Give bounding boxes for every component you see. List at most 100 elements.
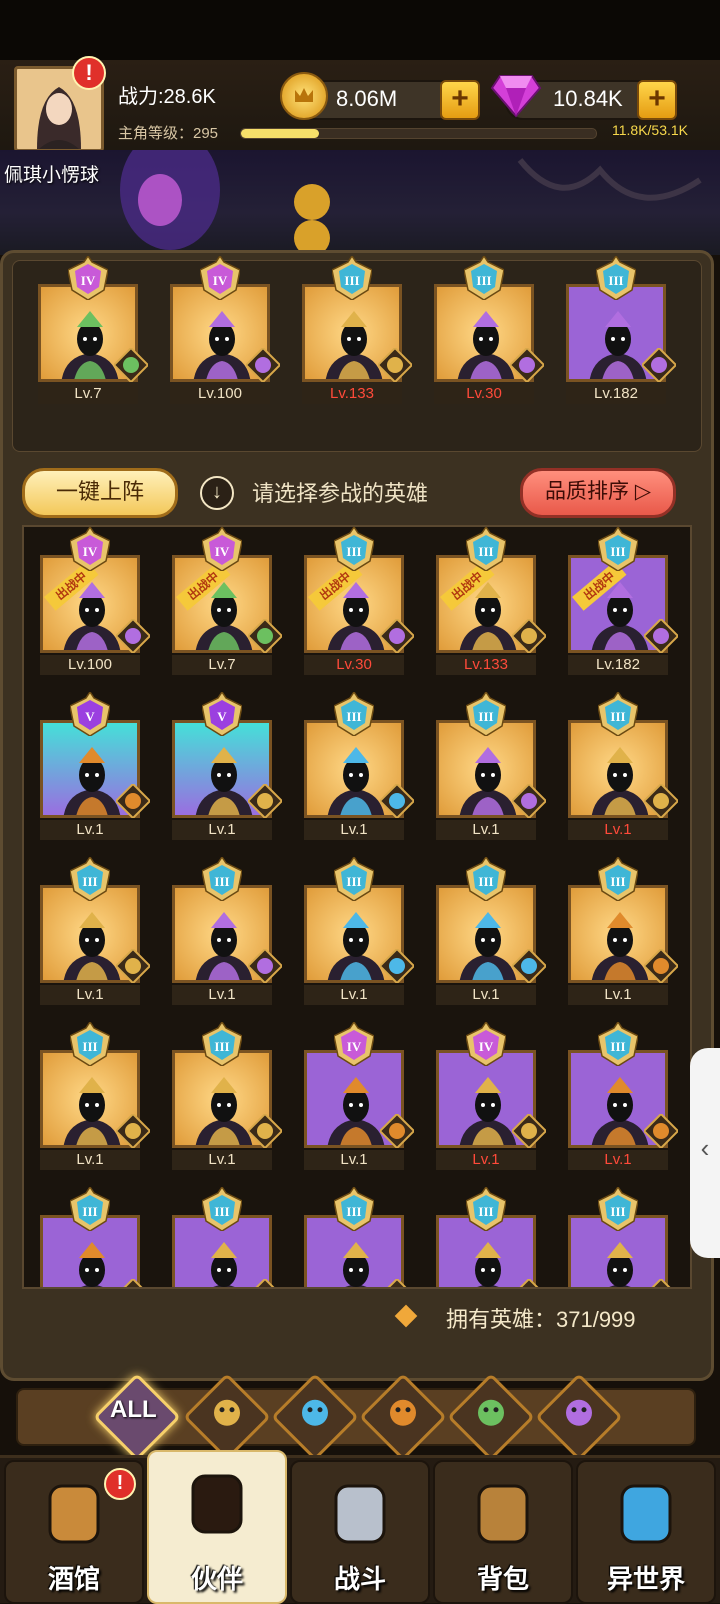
hero-level: Lv.7	[172, 655, 272, 675]
hero-card[interactable]: III	[40, 1185, 144, 1287]
hero-card[interactable]: 出战中 IV Lv.100	[40, 527, 152, 675]
tavern-alert-badge: !	[104, 1468, 136, 1500]
experience-text: 11.8K/53.1K	[612, 122, 689, 138]
rank-badge-icon: III	[201, 1020, 243, 1067]
svg-text:III: III	[610, 1204, 625, 1219]
lineup-hero-card[interactable]: IV Lv.100	[170, 254, 282, 404]
hero-level: Lv.133	[302, 384, 402, 404]
quality-sort-button[interactable]: 品质排序 ▷	[520, 468, 676, 518]
svg-text:III: III	[608, 273, 623, 288]
hero-level: Lv.182	[568, 655, 668, 675]
hero-card[interactable]: III Lv.1	[436, 855, 548, 1005]
hero-level: Lv.1	[568, 820, 668, 840]
hero-card[interactable]: III Lv.1	[172, 855, 284, 1005]
lineup-hero-card[interactable]: III Lv.133	[302, 254, 414, 404]
lineup-hero-card[interactable]: III Lv.30	[434, 254, 546, 404]
hero-level: Lv.7	[38, 384, 138, 404]
add-gold-button[interactable]: +	[440, 80, 480, 120]
elf-faction-icon	[246, 617, 284, 655]
nav-battle[interactable]: 战斗	[290, 1460, 430, 1604]
rank-badge-icon: III	[69, 1185, 111, 1232]
fish-faction-icon[interactable]	[271, 1373, 359, 1461]
svg-text:III: III	[476, 273, 491, 288]
lineup-hero-card[interactable]: III Lv.182	[566, 254, 678, 404]
nav-label: 伙伴	[190, 1564, 243, 1594]
hero-card[interactable]: III Lv.1	[568, 1020, 680, 1170]
human-faction-icon	[510, 1112, 548, 1150]
quick-deploy-button[interactable]: 一键上阵	[22, 468, 178, 518]
side-expand-tab[interactable]: ‹	[690, 1048, 720, 1258]
hero-level: Lv.1	[568, 1150, 668, 1170]
svg-text:III: III	[478, 1204, 493, 1219]
rank-badge-icon: III	[465, 1185, 507, 1232]
tavern-icon	[36, 1476, 112, 1557]
hero-level: Lv.1	[304, 1150, 404, 1170]
elf-faction-icon[interactable]	[447, 1373, 535, 1461]
rank-badge-icon: III	[333, 855, 375, 902]
backpack-icon	[465, 1476, 541, 1557]
filter-all-label: ALL	[110, 1396, 157, 1423]
system-status-bar	[0, 0, 720, 60]
human-faction-icon	[644, 1277, 678, 1287]
demon-faction-icon[interactable]	[535, 1373, 623, 1461]
human-faction-icon[interactable]	[183, 1373, 271, 1461]
rank-badge-icon: III	[463, 254, 505, 301]
hero-card[interactable]: III	[172, 1185, 276, 1287]
hero-card[interactable]: III	[568, 1185, 672, 1287]
rank-badge-icon: III	[465, 527, 507, 572]
rank-badge-icon: III	[333, 1185, 375, 1232]
demon-faction-icon	[510, 782, 548, 820]
hero-card[interactable]: 出战中 III Lv.133	[436, 527, 548, 675]
beast-faction-icon	[378, 1112, 416, 1150]
hero-card[interactable]: III Lv.1	[436, 690, 548, 840]
hero-card[interactable]: V Lv.1	[40, 690, 152, 840]
svg-text:III: III	[610, 544, 625, 559]
hero-grid[interactable]: 出战中 IV Lv.100 出战中 IV Lv.7 出战中 III Lv.30 出战中 III Lv.…	[22, 525, 692, 1289]
rank-badge-icon: III	[597, 527, 639, 572]
hero-card[interactable]: IV Lv.1	[436, 1020, 548, 1170]
hero-card[interactable]: III Lv.1	[568, 690, 680, 840]
svg-text:III: III	[214, 1204, 229, 1219]
scene-background	[0, 150, 720, 255]
lineup-hero-card[interactable]: IV Lv.7	[38, 254, 150, 404]
hero-level: Lv.1	[172, 820, 272, 840]
rank-badge-icon: III	[465, 855, 507, 902]
human-faction-icon	[376, 346, 414, 384]
level-progress-bar	[240, 128, 597, 139]
hero-card[interactable]: IV Lv.1	[304, 1020, 416, 1170]
human-faction-icon	[246, 1112, 284, 1150]
beast-faction-icon[interactable]	[359, 1373, 447, 1461]
nav-partner[interactable]: 伙伴	[147, 1450, 287, 1604]
hero-card[interactable]: III Lv.1	[172, 1020, 284, 1170]
demon-faction-icon	[642, 617, 680, 655]
nav-backpack[interactable]: 背包	[433, 1460, 573, 1604]
svg-text:IV: IV	[347, 1039, 362, 1054]
hero-level: Lv.1	[568, 985, 668, 1005]
rank-badge-icon: IV	[465, 1020, 507, 1067]
combat-power-text: 战力:28.6K	[118, 86, 216, 108]
beast-faction-icon	[642, 1112, 680, 1150]
hero-card[interactable]: III Lv.1	[304, 690, 416, 840]
hero-card[interactable]: III Lv.1	[40, 855, 152, 1005]
hero-card[interactable]: 出战中 IV Lv.7	[172, 527, 284, 675]
hero-card[interactable]: III Lv.1	[568, 855, 680, 1005]
hero-card[interactable]: 出战中 III Lv.182	[568, 527, 680, 675]
hero-card[interactable]: III Lv.1	[40, 1020, 152, 1170]
hero-level: Lv.1	[40, 985, 140, 1005]
rank-badge-icon: V	[201, 690, 243, 737]
add-gem-button[interactable]: +	[637, 80, 677, 120]
hero-card[interactable]: III	[436, 1185, 540, 1287]
rank-badge-icon: III	[331, 254, 373, 301]
fish-faction-icon	[378, 947, 416, 985]
hero-card[interactable]: V Lv.1	[172, 690, 284, 840]
svg-text:III: III	[214, 1039, 229, 1054]
hero-card[interactable]: III Lv.1	[304, 855, 416, 1005]
hero-level: Lv.1	[436, 820, 536, 840]
beast-faction-icon	[116, 1277, 150, 1287]
nav-portal[interactable]: 异世界	[576, 1460, 716, 1604]
hero-level: Lv.100	[40, 655, 140, 675]
hero-card[interactable]: III	[304, 1185, 408, 1287]
rank-badge-icon: III	[69, 1020, 111, 1067]
svg-text:III: III	[344, 273, 359, 288]
hero-card[interactable]: 出战中 III Lv.30	[304, 527, 416, 675]
